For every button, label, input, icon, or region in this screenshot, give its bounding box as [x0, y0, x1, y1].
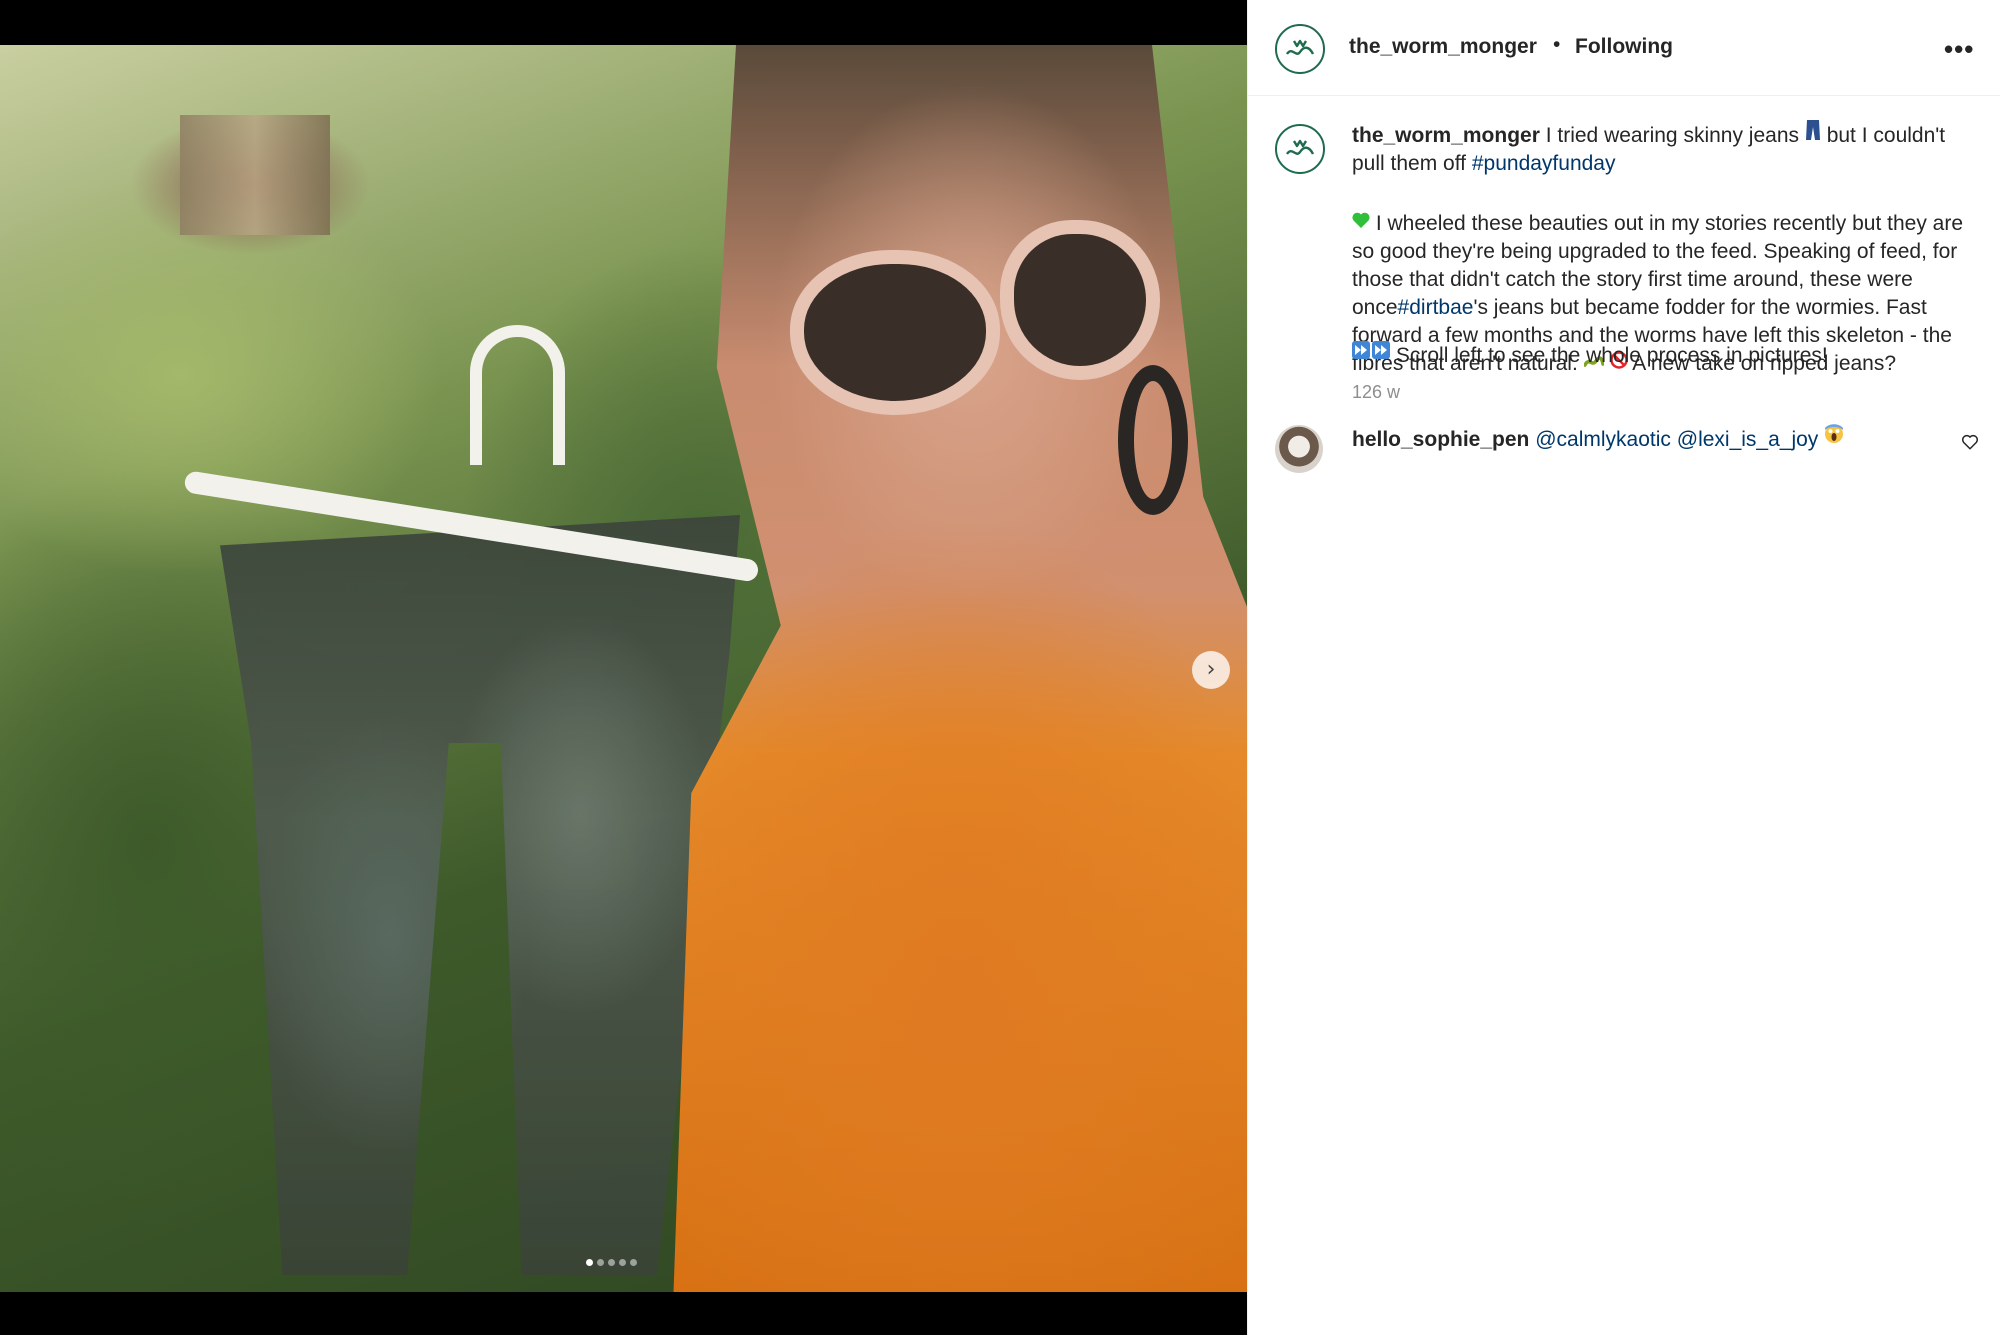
- carousel-dot: [597, 1259, 604, 1266]
- caption-avatar[interactable]: [1275, 124, 1325, 174]
- photo-garden-wall: [180, 115, 330, 235]
- carousel-next-button[interactable]: ›: [1192, 651, 1230, 689]
- photo-jeans: [220, 515, 740, 1275]
- caption-username[interactable]: the_worm_monger: [1352, 124, 1540, 147]
- photo-person: [672, 45, 1247, 1292]
- caption-p3: Scroll left to see the whole process in …: [1395, 344, 1828, 367]
- like-comment-icon[interactable]: [1961, 433, 1979, 451]
- comment-username[interactable]: hello_sophie_pen: [1352, 428, 1529, 451]
- following-button[interactable]: Following: [1575, 35, 1673, 59]
- post-header: the_worm_monger • Following •••: [1248, 0, 2000, 96]
- caption-line1-a: I tried wearing skinny jeans: [1545, 124, 1800, 147]
- hashtag-pundayfunday[interactable]: #pundayfunday: [1472, 152, 1616, 175]
- avatar[interactable]: [1275, 425, 1323, 473]
- comments-section[interactable]: the_worm_monger I tried wearing skinny j…: [1248, 97, 2000, 1083]
- author-avatar[interactable]: [1275, 24, 1325, 74]
- green-heart-icon: [1352, 208, 1370, 236]
- mention-link[interactable]: @calmlykaotic: [1535, 428, 1671, 451]
- carousel-dot: [619, 1259, 626, 1266]
- worm-logo-icon: [1285, 39, 1315, 55]
- caption-paragraph-3: Scroll left to see the whole process in …: [1352, 340, 1967, 370]
- post-panel: the_worm_monger • Following ••• the_worm…: [1247, 0, 2000, 1335]
- photo-earring: [1118, 365, 1188, 515]
- separator-dot: •: [1553, 33, 1561, 56]
- photo-sunglasses-left: [790, 250, 1000, 415]
- hashtag-dirtbae[interactable]: #dirtbae: [1398, 296, 1474, 319]
- carousel-dots: [586, 1259, 637, 1266]
- carousel-dot: [630, 1259, 637, 1266]
- more-options-icon[interactable]: •••: [1944, 36, 1974, 62]
- fast-forward-icon: [1352, 340, 1390, 368]
- post-photo[interactable]: [0, 45, 1247, 1292]
- post-media: ›: [0, 0, 1247, 1335]
- mention-link[interactable]: @lexi_is_a_joy: [1677, 428, 1819, 451]
- jeans-emoji-icon: [1805, 120, 1821, 148]
- chevron-right-icon: ›: [1206, 657, 1216, 682]
- photo-hanger-hook: [470, 325, 565, 465]
- photo-sunglasses-right: [1000, 220, 1160, 380]
- caption-text: the_worm_monger I tried wearing skinny j…: [1352, 120, 1967, 178]
- caption-meta: 126 w: [1352, 382, 1400, 403]
- worm-logo-icon: [1285, 139, 1315, 155]
- carousel-dot: [608, 1259, 615, 1266]
- screaming-face-icon: [1824, 424, 1844, 452]
- author-username[interactable]: the_worm_monger: [1349, 35, 1537, 59]
- comment-text: hello_sophie_pen @calmlykaotic @lexi_is_…: [1352, 424, 1967, 454]
- carousel-dot: [586, 1259, 593, 1266]
- caption-time[interactable]: 126 w: [1352, 382, 1400, 403]
